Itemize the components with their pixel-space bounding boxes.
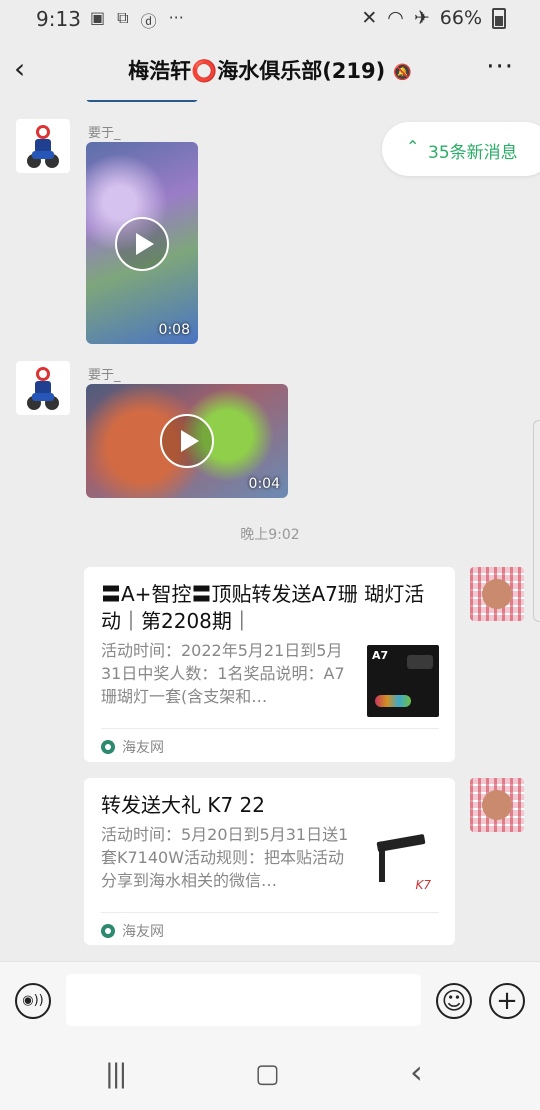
mute-icon: ✕ (361, 7, 378, 29)
new-messages-button[interactable]: ⌃ 35条新消息 (382, 122, 540, 176)
sender-name: 要于_ (88, 126, 121, 141)
image-icon: ▣ (90, 8, 106, 27)
avatar[interactable] (16, 361, 70, 415)
video-message[interactable]: 0:04 (86, 384, 288, 498)
edge-panel-handle[interactable] (533, 420, 540, 622)
thumbnail-label: K7 (415, 878, 431, 892)
message-timestamp: 晚上9:02 (240, 527, 300, 543)
chat-title: 梅浩轩⭕海水俱乐部(219) 🔕 (0, 55, 540, 85)
source-logo-icon (101, 924, 115, 938)
card-source-label: 海友网 (122, 924, 164, 940)
avatar[interactable] (470, 778, 524, 832)
card-source-label: 海友网 (122, 740, 164, 756)
message-input[interactable] (66, 974, 421, 1026)
card-description: 活动时间：2022年5月21日到5月31日中奖人数：1名奖品说明：A7珊瑚灯一套… (101, 641, 345, 706)
d-app-icon: ⓓ (140, 12, 157, 31)
chat-title-text: 梅浩轩⭕海水俱乐部(219) (128, 59, 386, 83)
system-nav-bar: ||| ▢ ‹ (0, 1041, 540, 1110)
more-button[interactable]: ··· (486, 52, 514, 82)
battery-percent: 66% (439, 7, 482, 29)
chat-header: ‹ 梅浩轩⭕海水俱乐部(219) 🔕 ··· (0, 38, 540, 100)
status-time: 9:13 (36, 7, 81, 31)
card-divider (101, 728, 439, 729)
voice-input-button[interactable]: ◉)) (15, 983, 51, 1019)
avatar[interactable] (16, 119, 70, 173)
message-list[interactable]: 要于_ 0:08 要于_ 0:04 ⌃ 35条新消息 晚上9:02 〓A+智控〓… (0, 100, 540, 960)
link-card[interactable]: 转发送大礼 K7 22 活动时间：5月20日到5月31日送1套K7140W活动规… (84, 778, 455, 945)
card-thumbnail: A7 (367, 645, 439, 717)
more-dots-icon: ··· (168, 8, 184, 27)
airplane-icon: ✈ (413, 7, 430, 29)
card-source: 海友网 (101, 921, 164, 941)
card-title: 〓A+智控〓顶贴转发送A7珊 瑚灯活动｜第2208期｜ (101, 582, 425, 633)
plus-button[interactable]: + (489, 983, 525, 1019)
clipboard-icon: ⧉ (117, 8, 129, 27)
recents-button[interactable]: ||| (105, 1059, 127, 1089)
avatar[interactable] (470, 567, 524, 621)
card-title: 转发送大礼 K7 22 (101, 793, 266, 817)
battery-icon (492, 7, 506, 29)
status-right: ✕ ◠ ✈ 66% (361, 7, 506, 29)
double-up-arrow-icon: ⌃ (406, 137, 420, 156)
sender-name: 要于_ (88, 368, 121, 383)
emoji-button[interactable]: ☺ (436, 983, 472, 1019)
rider-avatar-image (27, 125, 59, 168)
video-duration: 0:04 (248, 476, 280, 492)
status-left-icons: ▣ ⧉ ⓓ ··· (90, 8, 184, 32)
status-bar: 9:13 ▣ ⧉ ⓓ ··· ✕ ◠ ✈ 66% (0, 0, 540, 38)
source-logo-icon (101, 740, 115, 754)
rider-avatar-image (27, 367, 59, 410)
bear-avatar-image (482, 579, 512, 609)
new-messages-label: 35条新消息 (428, 143, 518, 163)
home-button[interactable]: ▢ (255, 1059, 280, 1089)
link-card[interactable]: 〓A+智控〓顶贴转发送A7珊 瑚灯活动｜第2208期｜ 活动时间：2022年5月… (84, 567, 455, 762)
play-icon[interactable] (160, 414, 214, 468)
bear-avatar-image (482, 790, 512, 820)
wifi-icon: ◠ (387, 7, 404, 29)
play-icon[interactable] (115, 217, 169, 271)
card-thumbnail: K7 (367, 830, 439, 902)
card-description: 活动时间：5月20日到5月31日送1套K7140W活动规则：把本贴活动分享到海水… (101, 825, 349, 890)
video-duration: 0:08 (158, 322, 190, 338)
input-bar: ◉)) ☺ + (0, 961, 540, 1042)
previous-message-media[interactable] (86, 100, 198, 102)
mute-notifications-icon: 🔕 (393, 63, 412, 81)
card-divider (101, 912, 439, 913)
card-source: 海友网 (101, 737, 164, 757)
nav-back-button[interactable]: ‹ (410, 1053, 423, 1091)
video-message[interactable]: 0:08 (86, 142, 198, 344)
thumbnail-label: A7 (372, 649, 389, 662)
